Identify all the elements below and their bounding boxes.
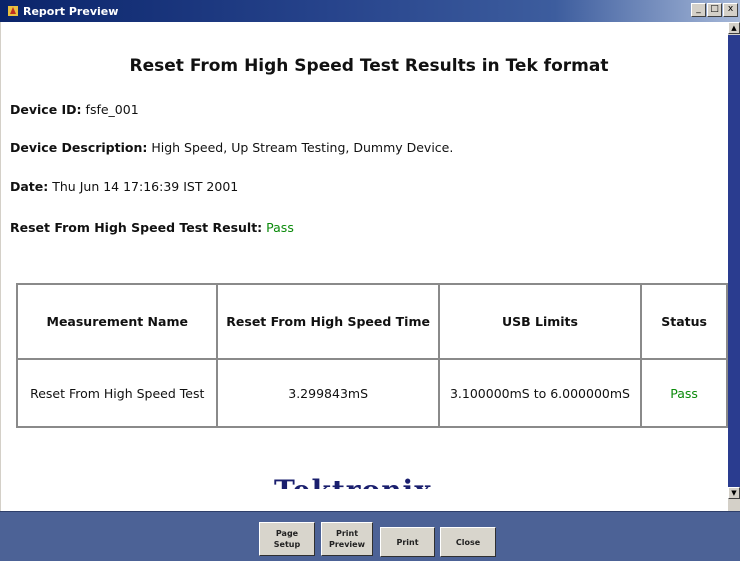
minimize-button[interactable]: _ (691, 3, 706, 17)
date-line: Date: Thu Jun 14 17:16:39 IST 2001 (10, 179, 238, 194)
cell-measurement-name: Reset From High Speed Test (15, 358, 219, 428)
print-preview-button[interactable]: Print Preview (321, 522, 373, 556)
header-status: Status (640, 283, 728, 360)
device-id-line: Device ID: fsfe_001 (10, 102, 139, 117)
print-button[interactable]: Print (380, 527, 435, 557)
device-id-value: fsfe_001 (85, 102, 139, 117)
tektronix-logo: Tektronix (274, 474, 432, 489)
vertical-scrollbar[interactable]: ▲ ▼ (728, 22, 740, 511)
header-measurement-name: Measurement Name (15, 283, 219, 360)
table-header-row: Measurement Name Reset From High Speed T… (15, 283, 728, 360)
page-setup-button[interactable]: Page Setup (259, 522, 315, 556)
device-description-line: Device Description: High Speed, Up Strea… (10, 140, 453, 155)
maximize-button[interactable]: □ (707, 3, 722, 17)
bottom-toolbar: Page Setup Print Preview Print Close (0, 511, 740, 561)
header-reset-time: Reset From High Speed Time (216, 283, 440, 360)
device-description-label: Device Description: (10, 140, 148, 155)
window-controls: _ □ x (691, 3, 738, 17)
report-title: Reset From High Speed Test Results in Te… (129, 56, 609, 76)
scrollbar-thumb[interactable] (728, 35, 740, 487)
device-description-value: High Speed, Up Stream Testing, Dummy Dev… (151, 140, 454, 155)
close-window-button[interactable]: x (723, 3, 738, 17)
close-button[interactable]: Close (440, 527, 496, 557)
date-label: Date: (10, 179, 49, 194)
table-row: Reset From High Speed Test 3.299843mS 3.… (15, 358, 728, 428)
test-result-label: Reset From High Speed Test Result: (10, 220, 263, 235)
results-table: Measurement Name Reset From High Speed T… (15, 283, 728, 428)
test-result-value: Pass (266, 220, 294, 235)
window-title: Report Preview (23, 4, 119, 18)
scroll-down-arrow-icon[interactable]: ▼ (728, 487, 740, 499)
header-usb-limits: USB Limits (437, 283, 643, 360)
scroll-up-arrow-icon[interactable]: ▲ (728, 22, 740, 34)
title-bar[interactable]: Report Preview _ □ x (0, 0, 740, 22)
report-content: Reset From High Speed Test Results in Te… (10, 22, 728, 511)
frame-border (0, 22, 10, 511)
device-id-label: Device ID: (10, 102, 82, 117)
cell-usb-limits: 3.100000mS to 6.000000mS (437, 358, 643, 428)
app-icon (8, 6, 18, 16)
cell-status: Pass (640, 358, 728, 428)
test-result-line: Reset From High Speed Test Result: Pass (10, 220, 294, 235)
cell-reset-time: 3.299843mS (216, 358, 440, 428)
date-value: Thu Jun 14 17:16:39 IST 2001 (52, 179, 239, 194)
report-preview-window: Report Preview _ □ x Reset From High Spe… (0, 0, 740, 561)
